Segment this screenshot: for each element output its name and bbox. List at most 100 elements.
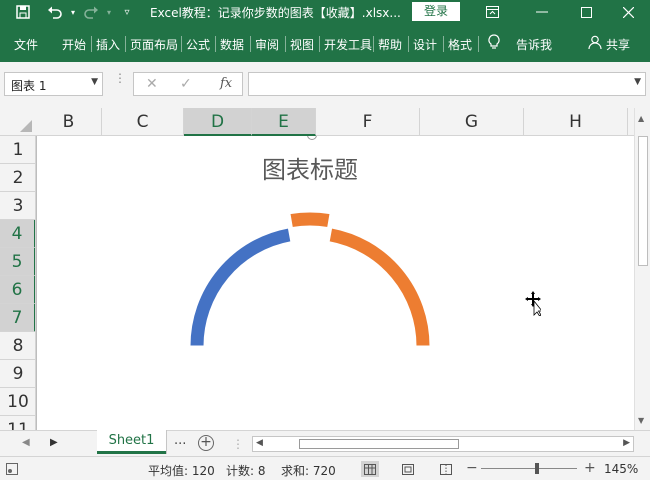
tab-separator	[215, 36, 216, 52]
row-header[interactable]: 1	[0, 136, 35, 164]
person-icon[interactable]	[588, 35, 602, 52]
tab-separator	[319, 36, 320, 52]
column-header[interactable]: H	[524, 108, 628, 136]
tab-review[interactable]: 审阅	[255, 36, 279, 53]
more-sheets-button[interactable]: ...	[174, 433, 186, 448]
select-all-corner[interactable]	[0, 108, 36, 136]
row-header[interactable]: 11	[0, 416, 35, 430]
row-header[interactable]: 9	[0, 360, 35, 388]
column-header[interactable]: G	[420, 108, 524, 136]
tab-data[interactable]: 数据	[220, 36, 244, 53]
zoom-out-icon[interactable]: −	[466, 460, 478, 476]
name-box-value: 图表 1	[11, 79, 47, 93]
tab-insert[interactable]: 插入	[96, 36, 120, 53]
page-break-view-icon[interactable]	[437, 461, 455, 477]
close-icon[interactable]	[608, 0, 648, 24]
minimize-icon[interactable]	[522, 0, 562, 24]
customize-toolbar-icon[interactable]: ▿	[118, 3, 136, 21]
lightbulb-icon[interactable]	[488, 34, 500, 53]
expand-formula-icon[interactable]: ▼	[634, 77, 641, 87]
tab-separator	[373, 36, 374, 52]
redo-dropdown-icon[interactable]: ▾	[100, 3, 118, 21]
row-header[interactable]: 6	[0, 276, 35, 304]
redo-icon[interactable]	[82, 3, 100, 21]
tab-formulas[interactable]: 公式	[186, 36, 210, 53]
tab-developer[interactable]: 开发工具	[324, 36, 372, 53]
name-box[interactable]: 图表 1 ▼	[4, 72, 103, 96]
formula-input[interactable]: ▼	[248, 72, 646, 96]
scroll-up-icon[interactable]: ▲	[638, 114, 644, 123]
cancel-icon[interactable]: ✕	[146, 76, 158, 92]
row-header[interactable]: 7	[0, 304, 35, 332]
zoom-level[interactable]: 145%	[604, 462, 638, 476]
tab-separator	[125, 36, 126, 52]
column-header[interactable]: C	[102, 108, 184, 136]
tab-home[interactable]: 开始	[62, 36, 86, 53]
tab-file[interactable]: 文件	[14, 36, 38, 53]
tab-help[interactable]: 帮助	[378, 36, 402, 53]
column-header[interactable]: E	[252, 108, 316, 136]
row-header[interactable]: 5	[0, 248, 35, 276]
normal-view-icon[interactable]	[361, 461, 379, 477]
zoom-slider-handle[interactable]	[535, 463, 539, 474]
tab-view[interactable]: 视图	[290, 36, 314, 53]
row-header[interactable]: 4	[0, 220, 35, 248]
worksheet-grid[interactable]: 图表标题	[36, 136, 634, 430]
horizontal-scrollbar[interactable]: ◀ ▶	[252, 436, 634, 452]
status-sum: 求和: 720	[281, 464, 336, 478]
tab-design[interactable]: 设计	[413, 36, 437, 53]
zoom-slider[interactable]	[481, 468, 577, 469]
sheet-prev-icon[interactable]: ◀	[22, 437, 30, 448]
window-title: Excel教程：记录你步数的图表【收藏】.xlsx...	[150, 6, 401, 20]
zoom-in-icon[interactable]: +	[584, 460, 596, 476]
tell-me-search[interactable]: 告诉我	[516, 36, 552, 53]
tab-separator	[250, 36, 251, 52]
scroll-right-icon[interactable]: ▶	[623, 438, 630, 448]
tab-separator	[443, 36, 444, 52]
vertical-scroll-thumb[interactable]	[638, 136, 648, 266]
row-header[interactable]: 10	[0, 388, 35, 416]
row-header[interactable]: 3	[0, 192, 35, 220]
maximize-icon[interactable]	[566, 0, 606, 24]
grip-icon[interactable]: ⋮	[114, 72, 126, 84]
login-button[interactable]: 登录	[412, 2, 460, 21]
row-header[interactable]: 2	[0, 164, 35, 192]
column-header[interactable]: B	[36, 108, 102, 136]
ribbon-display-icon[interactable]	[472, 0, 512, 24]
sheet-tab[interactable]: Sheet1	[97, 430, 166, 454]
save-icon[interactable]	[14, 3, 32, 21]
status-average: 平均值: 120	[148, 464, 215, 478]
chevron-down-icon[interactable]: ▼	[91, 77, 98, 87]
split-grip-icon[interactable]: ⋮	[232, 437, 244, 451]
page-layout-view-icon[interactable]	[399, 461, 417, 477]
undo-icon[interactable]	[46, 3, 64, 21]
undo-dropdown-icon[interactable]: ▾	[64, 3, 82, 21]
column-headers: B C D E F G H	[0, 108, 650, 136]
tab-separator	[181, 36, 182, 52]
formula-bar: 图表 1 ▼ ⋮ ✕ ✓ fx ▼	[0, 62, 650, 108]
insert-function-icon[interactable]: fx	[220, 76, 232, 91]
tab-separator	[91, 36, 92, 52]
add-sheet-icon[interactable]: +	[198, 435, 214, 451]
share-button[interactable]: 共享	[606, 36, 630, 53]
tab-format[interactable]: 格式	[448, 36, 472, 53]
scroll-left-icon[interactable]: ◀	[256, 438, 263, 448]
move-cursor-icon	[525, 291, 541, 316]
enter-icon[interactable]: ✓	[180, 76, 192, 92]
horizontal-scroll-thumb[interactable]	[299, 439, 459, 449]
formula-buttons: ✕ ✓ fx	[133, 72, 243, 96]
doughnut-slice-3[interactable]	[328, 227, 431, 347]
vertical-scrollbar[interactable]: ▲ ▼	[634, 108, 650, 430]
tab-page-layout[interactable]: 页面布局	[130, 36, 178, 53]
scroll-down-icon[interactable]: ▼	[638, 416, 644, 425]
column-header[interactable]: D	[184, 108, 252, 136]
sheet-next-icon[interactable]: ▶	[50, 437, 58, 448]
chart-area[interactable]: 图表标题	[36, 136, 632, 430]
chart-plot[interactable]	[37, 136, 633, 430]
status-bar: 平均值: 120 计数: 8 求和: 720 − + 145%	[0, 456, 650, 480]
doughnut-slice-1[interactable]	[189, 227, 292, 347]
macro-record-icon[interactable]	[6, 463, 18, 478]
row-header[interactable]: 8	[0, 332, 35, 360]
doughnut-slice-2[interactable]	[289, 211, 331, 229]
column-header[interactable]: F	[316, 108, 420, 136]
